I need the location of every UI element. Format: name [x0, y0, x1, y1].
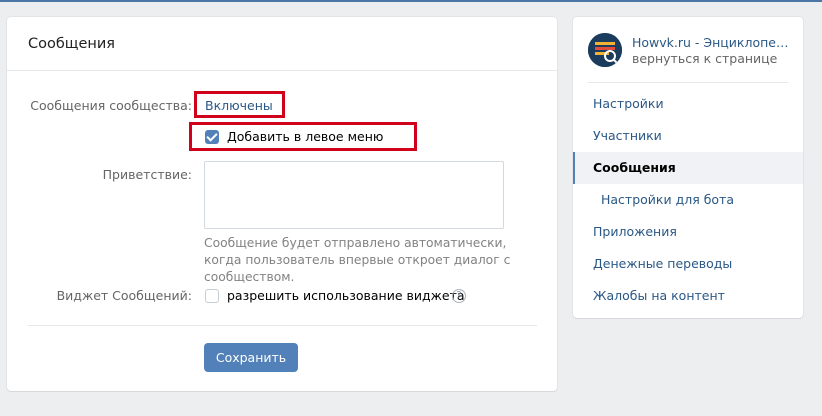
form-divider	[28, 325, 537, 326]
community-sidebar: Howvk.ru - Энциклопедия ВКонтакте вернут…	[573, 17, 803, 318]
community-name[interactable]: Howvk.ru - Энциклопедия ВКонтакте	[632, 35, 792, 50]
messages-settings-card: Сообщения Сообщения сообщества: Включены…	[7, 17, 557, 391]
save-button[interactable]: Сохранить	[204, 343, 298, 372]
sidebar-item-content-reports[interactable]: Жалобы на контент	[573, 280, 803, 312]
widget-label: Виджет Сообщений:	[56, 288, 192, 303]
community-header[interactable]: Howvk.ru - Энциклопедия ВКонтакте вернут…	[573, 17, 803, 83]
back-to-page-link[interactable]: вернуться к странице	[632, 51, 777, 66]
sidebar-item-bot-settings[interactable]: Настройки для бота	[573, 184, 803, 216]
highlight-box-status	[194, 91, 285, 118]
sidebar-item-settings[interactable]: Настройки	[573, 88, 803, 120]
greeting-hint: Сообщение будет отправлено автоматически…	[204, 236, 511, 284]
greeting-textarea[interactable]	[204, 161, 504, 229]
widget-checkbox-label[interactable]: разрешить использование виджета	[227, 288, 465, 303]
sidebar-item-messages[interactable]: Сообщения	[573, 152, 803, 184]
top-accent-line	[0, 0, 822, 2]
sidebar-item-apps[interactable]: Приложения	[573, 216, 803, 248]
community-messages-label: Сообщения сообщества:	[30, 98, 192, 113]
page-title: Сообщения	[7, 17, 557, 71]
sidebar-item-members[interactable]: Участники	[573, 120, 803, 152]
sidebar-item-money-transfers[interactable]: Денежные переводы	[573, 248, 803, 280]
community-avatar[interactable]	[588, 33, 622, 67]
highlight-box-left-menu	[189, 122, 417, 151]
question-circle-icon[interactable]: ?	[452, 289, 466, 303]
sidebar-divider	[588, 82, 788, 83]
widget-checkbox[interactable]	[205, 289, 219, 303]
greeting-label: Приветствие:	[102, 167, 192, 182]
